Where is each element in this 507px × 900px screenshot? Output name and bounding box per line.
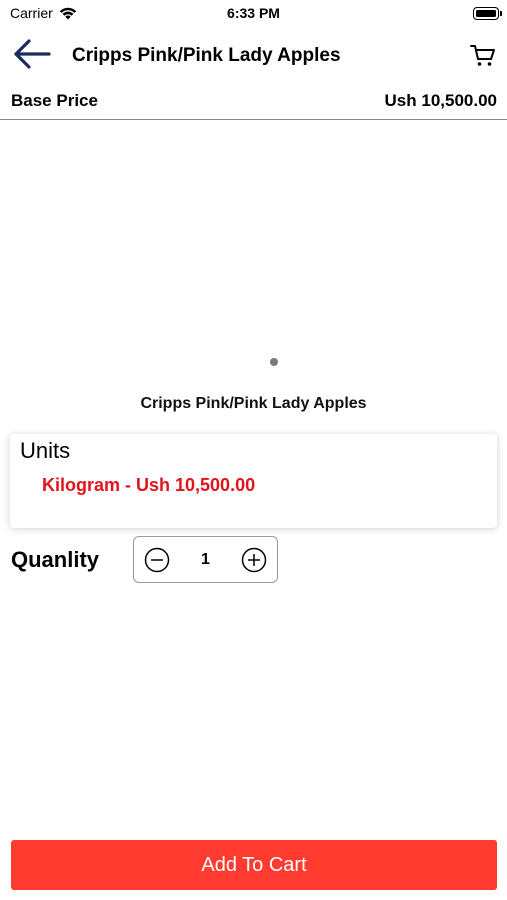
- base-price-label: Base Price: [11, 91, 98, 110]
- quantity-stepper: 1: [133, 536, 278, 583]
- status-bar: Carrier 6:33 PM: [0, 0, 507, 28]
- add-to-cart-button[interactable]: Add To Cart: [11, 840, 497, 890]
- status-time: 6:33 PM: [227, 5, 280, 21]
- arrow-left-icon: [14, 39, 51, 69]
- navigation-bar: Cripps Pink/Pink Lady Apples: [0, 28, 507, 82]
- page-title: Cripps Pink/Pink Lady Apples: [72, 45, 341, 66]
- battery-icon: [473, 7, 502, 20]
- plus-circle-icon: [241, 547, 267, 573]
- product-image-carousel[interactable]: [0, 121, 507, 381]
- product-name: Cripps Pink/Pink Lady Apples: [140, 395, 367, 412]
- units-card: Units Kilogram - Ush 10,500.00: [10, 434, 497, 528]
- carousel-page-indicator[interactable]: [270, 358, 278, 366]
- units-title: Units: [20, 438, 71, 463]
- base-price-value: Ush 10,500.00: [384, 91, 497, 110]
- cart-icon: [470, 45, 495, 66]
- quantity-label: Quanlity: [11, 547, 100, 572]
- back-button[interactable]: [12, 36, 52, 72]
- increment-button[interactable]: [241, 547, 267, 573]
- cart-button[interactable]: [469, 41, 497, 69]
- base-price-row: Base Price Ush 10,500.00: [0, 82, 507, 120]
- unit-option-kilogram[interactable]: Kilogram - Ush 10,500.00: [42, 475, 255, 496]
